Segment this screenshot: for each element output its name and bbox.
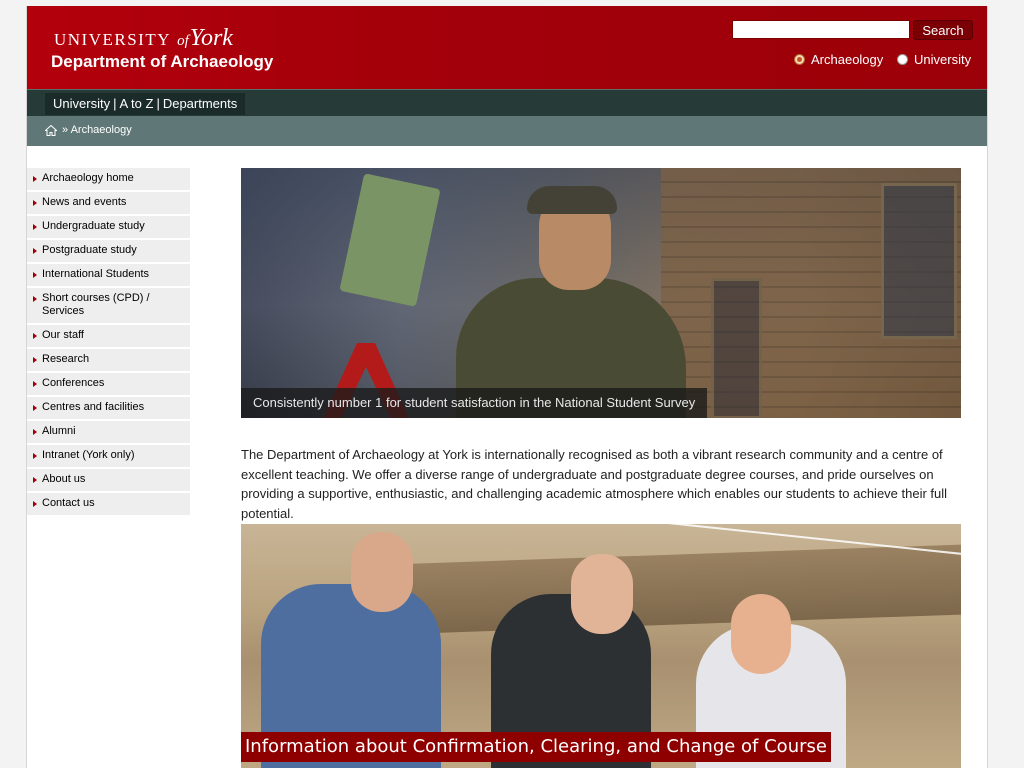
sidebar-item-alumni[interactable]: Alumni <box>27 421 190 445</box>
sidebar-item-about-us[interactable]: About us <box>27 469 190 493</box>
breadcrumb: » Archaeology <box>45 124 132 136</box>
sidebar-item-postgraduate-study[interactable]: Postgraduate study <box>27 240 190 264</box>
hero-window <box>881 183 957 339</box>
sidebar-item-conferences[interactable]: Conferences <box>27 373 190 397</box>
promo-student-head <box>351 532 413 612</box>
arrow-right-icon <box>33 272 37 278</box>
sidebar-item-label: Alumni <box>42 425 76 437</box>
arrow-right-icon <box>33 296 37 302</box>
site-header: UNIVERSITY ofYork Department of Archaeol… <box>27 6 987 89</box>
utility-separator: | <box>113 96 117 111</box>
sidebar-item-undergraduate-study[interactable]: Undergraduate study <box>27 216 190 240</box>
hero-image-surveyor[interactable]: Consistently number 1 for student satisf… <box>241 168 961 418</box>
scope-university-label: University <box>914 52 972 67</box>
sidebar-item-label: Contact us <box>42 497 95 509</box>
promo-student-head <box>571 554 633 634</box>
sidebar-item-label: Conferences <box>42 377 105 389</box>
home-icon[interactable] <box>45 124 57 136</box>
breadcrumb-current[interactable]: » Archaeology <box>62 124 132 136</box>
breadcrumb-bar: » Archaeology <box>27 116 987 146</box>
sidebar-item-label: Intranet (York only) <box>42 449 135 461</box>
sidebar-item-centres-and-facilities[interactable]: Centres and facilities <box>27 397 190 421</box>
arrow-right-icon <box>33 405 37 411</box>
sidebar-item-intranet[interactable]: Intranet (York only) <box>27 445 190 469</box>
university-logo[interactable]: UNIVERSITY ofYork <box>54 25 233 52</box>
promo-image-students[interactable]: Information about Confirmation, Clearing… <box>241 524 961 768</box>
scope-university-option[interactable]: University <box>897 52 971 67</box>
utility-link-a-to-z[interactable]: A to Z <box>119 96 153 111</box>
logo-york-text: York <box>189 25 233 51</box>
scope-archaeology-option[interactable]: Archaeology <box>794 52 883 67</box>
promo-caption[interactable]: Information about Confirmation, Clearing… <box>241 732 831 762</box>
sidebar-item-label: International Students <box>42 268 150 280</box>
utility-link-departments[interactable]: Departments <box>163 96 237 111</box>
arrow-right-icon <box>33 248 37 254</box>
promo-trench <box>391 543 961 635</box>
arrow-right-icon <box>33 224 37 230</box>
sidebar-item-label: Postgraduate study <box>42 244 137 256</box>
radio-university[interactable] <box>897 54 908 65</box>
utility-link-university[interactable]: University <box>53 96 110 111</box>
scope-archaeology-label: Archaeology <box>811 52 884 67</box>
sidebar-item-our-staff[interactable]: Our staff <box>27 325 190 349</box>
arrow-right-icon <box>33 176 37 182</box>
sidebar-item-archaeology-home[interactable]: Archaeology home <box>27 168 190 192</box>
arrow-right-icon <box>33 333 37 339</box>
promo-student-head <box>731 594 791 674</box>
hero-person-cap <box>527 186 617 214</box>
logo-of-text: of <box>177 33 189 49</box>
arrow-right-icon <box>33 381 37 387</box>
sidebar-item-label: About us <box>42 473 86 485</box>
hero-survey-instrument <box>339 173 441 307</box>
sidebar-item-label: Archaeology home <box>42 172 134 184</box>
sidebar-item-label: News and events <box>42 196 127 208</box>
sidebar-item-label: Our staff <box>42 329 84 341</box>
arrow-right-icon <box>33 200 37 206</box>
sidebar-item-short-courses[interactable]: Short courses (CPD) / Services <box>27 288 190 325</box>
sidebar-item-label: Undergraduate study <box>42 220 145 232</box>
sidebar-item-label: Centres and facilities <box>42 401 145 413</box>
arrow-right-icon <box>33 453 37 459</box>
arrow-right-icon <box>33 477 37 483</box>
hero-window <box>711 278 762 418</box>
utility-nav: University | A to Z | Departments <box>45 93 246 115</box>
page-container: UNIVERSITY ofYork Department of Archaeol… <box>26 6 988 768</box>
utility-separator: | <box>156 96 160 111</box>
arrow-right-icon <box>33 429 37 435</box>
utility-nav-bar: University | A to Z | Departments <box>27 89 987 116</box>
logo-university-text: UNIVERSITY <box>54 30 171 49</box>
arrow-right-icon <box>33 501 37 507</box>
sidebar-item-label: Research <box>42 353 90 365</box>
sidebar-item-research[interactable]: Research <box>27 349 190 373</box>
sidebar-item-contact-us[interactable]: Contact us <box>27 493 190 517</box>
sidebar-nav: Archaeology home News and events Undergr… <box>27 168 190 517</box>
sidebar-item-news-and-events[interactable]: News and events <box>27 192 190 216</box>
arrow-right-icon <box>33 357 37 363</box>
department-title[interactable]: Department of Archaeology <box>51 52 273 72</box>
search-input[interactable] <box>732 20 910 39</box>
sidebar-item-label: Short courses (CPD) / Services <box>42 292 150 317</box>
radio-archaeology[interactable] <box>794 54 805 65</box>
intro-paragraph: The Department of Archaeology at York is… <box>241 447 948 521</box>
hero-caption[interactable]: Consistently number 1 for student satisf… <box>241 388 708 418</box>
search-button[interactable]: Search <box>913 20 973 40</box>
sidebar-item-international-students[interactable]: International Students <box>27 264 190 288</box>
